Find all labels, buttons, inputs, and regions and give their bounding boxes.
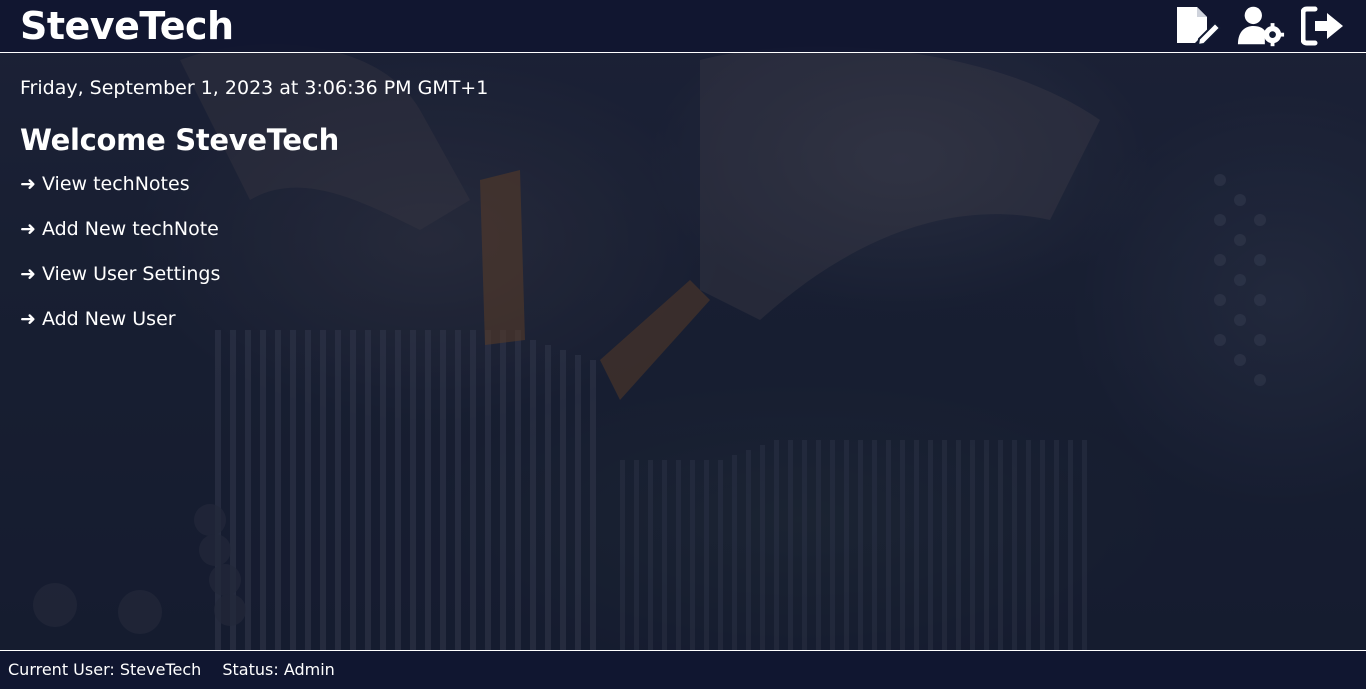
user-settings-icon[interactable] <box>1236 5 1286 47</box>
dashboard-links: ➜ View techNotes ➜ Add New techNote ➜ Vi… <box>20 172 920 331</box>
view-technotes-link[interactable]: ➜ View techNotes <box>20 173 190 195</box>
current-datetime: Friday, September 1, 2023 at 3:06:36 PM … <box>20 77 489 99</box>
current-user-label: Current User: SteveTech <box>8 660 202 679</box>
view-user-settings-link[interactable]: ➜ View User Settings <box>20 263 220 285</box>
add-new-user-link[interactable]: ➜ Add New User <box>20 308 176 330</box>
list-item: ➜ View User Settings <box>20 262 920 286</box>
welcome-heading: Welcome SteveTech <box>20 123 339 157</box>
edit-note-icon[interactable] <box>1174 5 1224 47</box>
app-footer: Current User: SteveTech Status: Admin <box>0 650 1366 689</box>
list-item: ➜ Add New User <box>20 307 920 331</box>
logout-icon[interactable] <box>1298 5 1348 47</box>
app-page: SteveTech Friday, September 1, 2023 at 3… <box>0 0 1366 689</box>
app-title[interactable]: SteveTech <box>20 4 234 48</box>
list-item: ➜ Add New techNote <box>20 217 920 241</box>
main-content: Friday, September 1, 2023 at 3:06:36 PM … <box>20 76 920 352</box>
user-status-label: Status: Admin <box>222 660 335 679</box>
app-header: SteveTech <box>0 0 1366 53</box>
add-new-technote-link[interactable]: ➜ Add New techNote <box>20 218 219 240</box>
header-actions <box>1174 5 1348 47</box>
list-item: ➜ View techNotes <box>20 172 920 196</box>
